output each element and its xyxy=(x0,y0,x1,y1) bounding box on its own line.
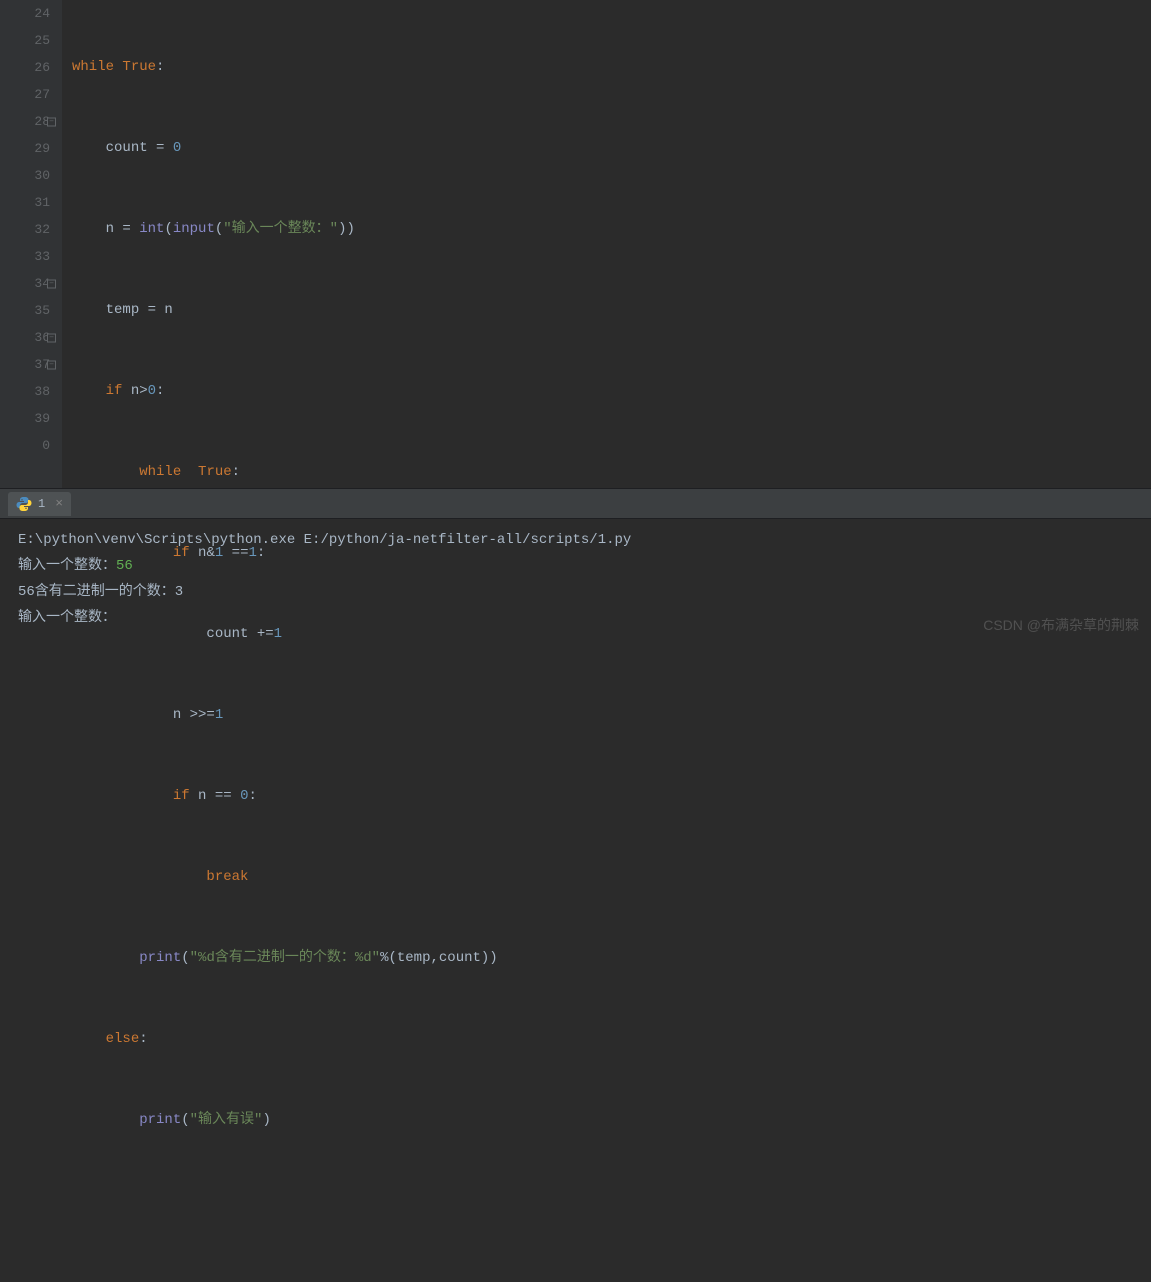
close-icon[interactable]: × xyxy=(55,496,63,511)
terminal-tab[interactable]: 1 × xyxy=(8,492,71,516)
line-number: 26 xyxy=(0,54,50,81)
line-number: 33 xyxy=(0,243,50,270)
line-number: 28− xyxy=(0,108,50,135)
line-number: 36− xyxy=(0,324,50,351)
line-number: 32 xyxy=(0,216,50,243)
terminal-tab-label: 1 xyxy=(38,497,45,511)
line-number: 37− xyxy=(0,351,50,378)
code-editor[interactable]: 24 25 26 27 28− 29 30 31 32 33 34− 35 36… xyxy=(0,0,1151,488)
python-icon xyxy=(16,496,32,512)
fold-icon[interactable]: − xyxy=(47,360,56,369)
fold-icon[interactable]: − xyxy=(47,117,56,126)
code-content[interactable]: while True: count = 0 n = int(input("输入一… xyxy=(62,0,1151,488)
line-number: 35 xyxy=(0,297,50,324)
line-number: 31 xyxy=(0,189,50,216)
fold-icon[interactable]: − xyxy=(47,279,56,288)
line-number: 27 xyxy=(0,81,50,108)
line-number: 30 xyxy=(0,162,50,189)
line-number: 38 xyxy=(0,378,50,405)
line-number: 0 xyxy=(0,432,50,459)
line-number: 24 xyxy=(0,0,50,27)
line-number: 29 xyxy=(0,135,50,162)
line-number: 39 xyxy=(0,405,50,432)
line-number-gutter: 24 25 26 27 28− 29 30 31 32 33 34− 35 36… xyxy=(0,0,62,488)
watermark: CSDN @布满杂草的荆棘 xyxy=(983,615,1139,635)
line-number: 34− xyxy=(0,270,50,297)
fold-icon[interactable]: − xyxy=(47,333,56,342)
line-number: 25 xyxy=(0,27,50,54)
